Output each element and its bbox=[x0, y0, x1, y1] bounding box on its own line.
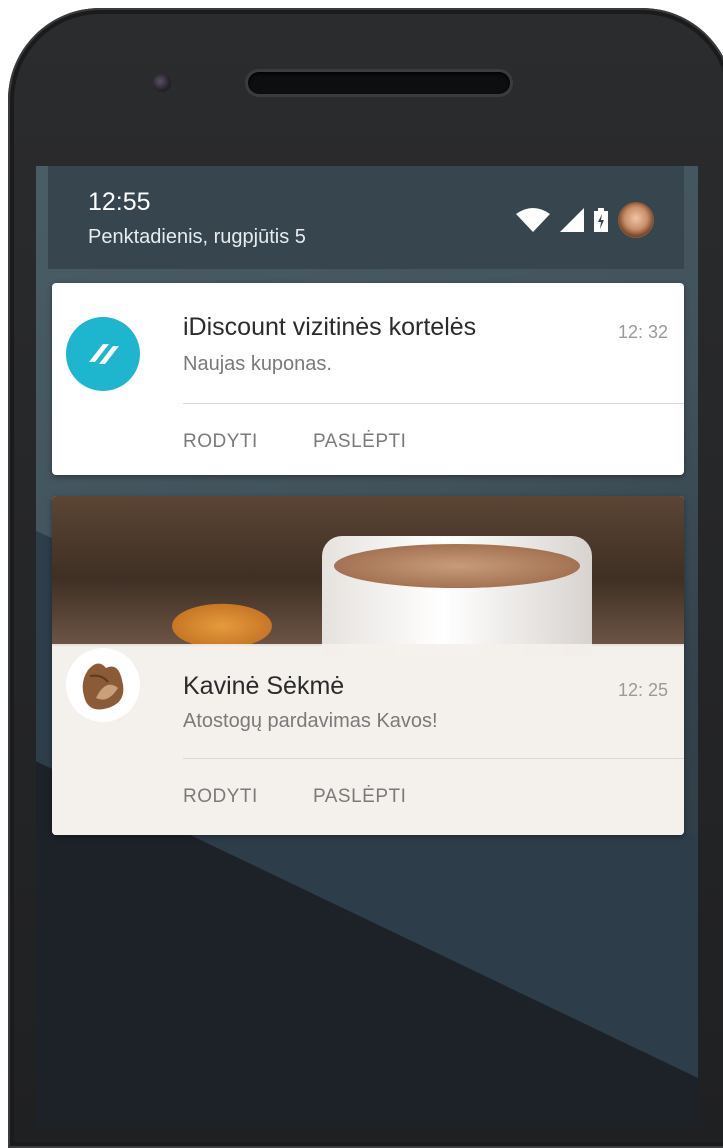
notification-text: Naujas kuponas. bbox=[183, 353, 332, 375]
coffee-bean-icon bbox=[66, 648, 140, 722]
date: Penktadienis, rugpjūtis 5 bbox=[88, 226, 306, 248]
notification-time: 12: 25 bbox=[617, 680, 668, 700]
user-avatar[interactable] bbox=[618, 202, 654, 238]
coffee-surface bbox=[334, 544, 580, 588]
notification-card-idiscount[interactable]: iDiscount vizitinės kortelės Naujas kupo… bbox=[52, 283, 684, 475]
show-button[interactable]: RODYTI bbox=[183, 786, 258, 808]
notification-time: 12: 32 bbox=[617, 322, 668, 342]
notification-text: Atostogų pardavimas Kavos! bbox=[183, 710, 438, 732]
bean-shape-icon bbox=[82, 663, 124, 710]
notification-overlay: Kavinė Sėkmė Atostogų pardavimas Kavos! … bbox=[52, 644, 684, 835]
divider bbox=[183, 758, 684, 759]
divider bbox=[183, 403, 684, 404]
notification-card-kavine[interactable]: Kavinė Sėkmė Atostogų pardavimas Kavos! … bbox=[52, 496, 684, 835]
double-slash-icon bbox=[89, 344, 119, 364]
cell-signal-icon bbox=[560, 208, 584, 232]
coffee-hero-image bbox=[52, 496, 684, 656]
hide-button[interactable]: PASLĖPTI bbox=[313, 431, 406, 453]
hide-button[interactable]: PASLĖPTI bbox=[313, 786, 406, 808]
front-camera bbox=[153, 74, 171, 92]
idiscount-logo-icon bbox=[66, 317, 140, 391]
show-button[interactable]: RODYTI bbox=[183, 431, 258, 453]
battery-charging-icon bbox=[594, 208, 608, 232]
earpiece-speaker bbox=[248, 72, 510, 94]
clock: 12:55 bbox=[88, 188, 151, 216]
wifi-icon bbox=[516, 208, 550, 232]
phone-screen: 12:55 Penktadienis, rugpjūtis 5 iDiscoun… bbox=[36, 166, 698, 1126]
notification-shade-header: 12:55 Penktadienis, rugpjūtis 5 bbox=[48, 166, 684, 269]
status-icons bbox=[516, 202, 654, 238]
notification-title: iDiscount vizitinės kortelės bbox=[183, 313, 477, 341]
notification-title: Kavinė Sėkmė bbox=[183, 672, 345, 700]
